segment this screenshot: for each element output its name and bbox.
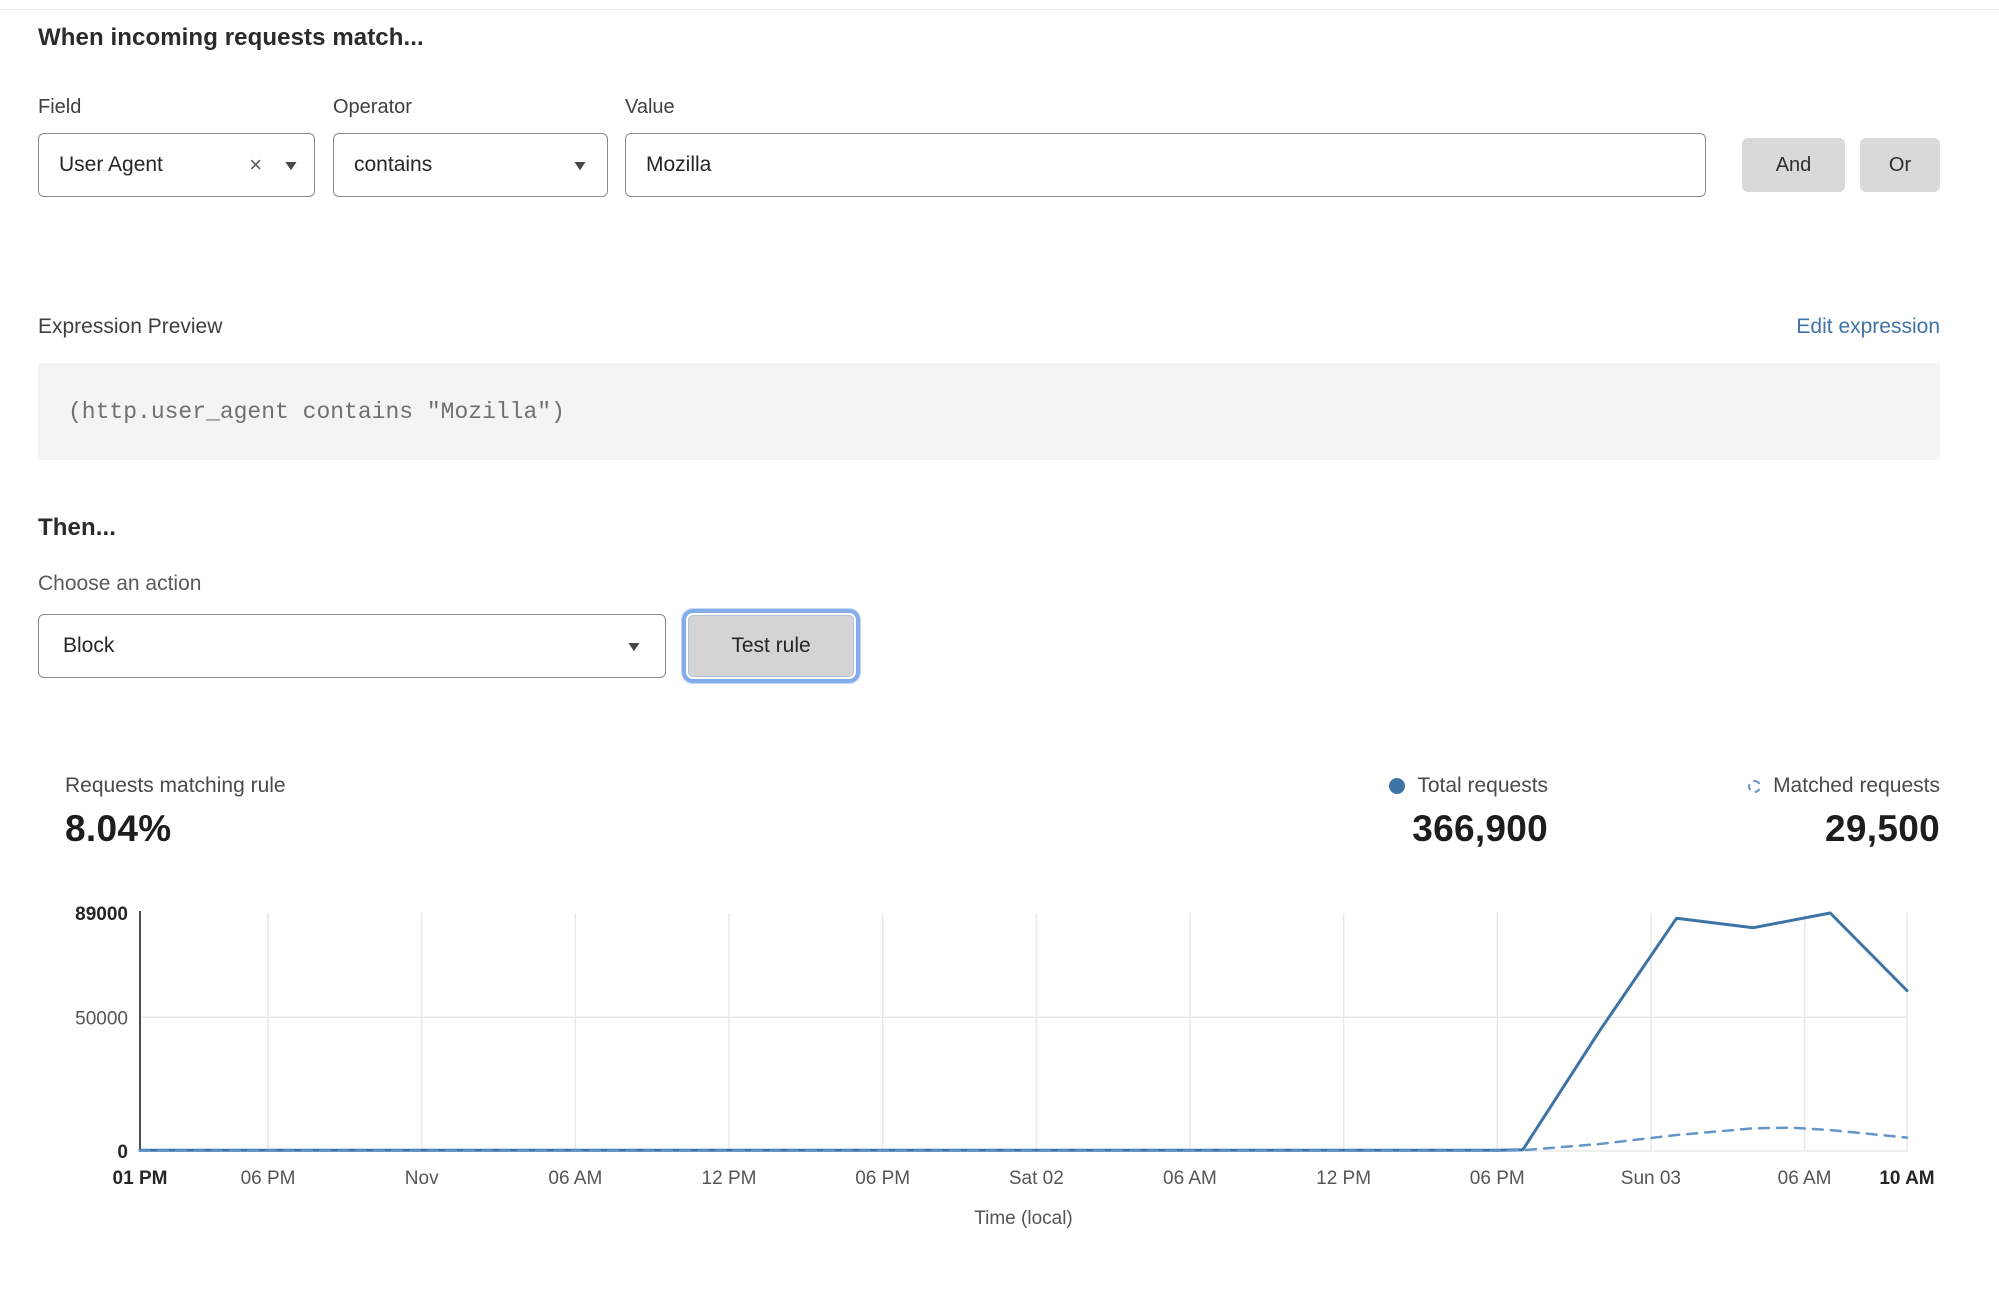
panel-top-border — [0, 9, 1999, 10]
field-label: Field — [38, 96, 333, 119]
matching-rule-label: Requests matching rule — [65, 774, 286, 798]
match-controls-row: User Agent × ▼ contains ▼ And Or — [38, 133, 1940, 197]
or-button[interactable]: Or — [1860, 138, 1940, 192]
chevron-down-icon: ▼ — [282, 158, 301, 172]
svg-text:Time (local): Time (local) — [974, 1208, 1073, 1229]
action-controls-row: Block ▼ Test rule — [38, 614, 1940, 678]
choose-action-label: Choose an action — [38, 572, 1940, 596]
svg-text:12 PM: 12 PM — [702, 1168, 757, 1189]
svg-text:06 PM: 06 PM — [1470, 1168, 1525, 1189]
svg-text:10 AM: 10 AM — [1879, 1168, 1934, 1189]
svg-text:Sat 02: Sat 02 — [1009, 1168, 1064, 1189]
svg-text:01 PM: 01 PM — [113, 1168, 168, 1189]
expression-code-box: (http.user_agent contains "Mozilla") — [38, 363, 1940, 460]
requests-chart: 89000 50000 0 01 PM 06 PM Nov 06 AM 12 PM 06 PM S… — [30, 886, 1940, 1243]
svg-text:06 PM: 06 PM — [241, 1168, 296, 1189]
total-requests-legend: Total requests — [1389, 774, 1548, 798]
svg-text:Nov: Nov — [405, 1168, 439, 1189]
svg-text:12 PM: 12 PM — [1316, 1168, 1371, 1189]
svg-text:06 PM: 06 PM — [855, 1168, 910, 1189]
stat-total-requests: Total requests 366,900 — [1389, 774, 1548, 850]
matched-requests-dashed-circle-icon — [1748, 780, 1761, 793]
expression-section: Expression Preview Edit expression (http… — [38, 315, 1940, 460]
firewall-rule-builder: When incoming requests match... Field Op… — [0, 0, 1999, 1243]
stat-matched-requests: Matched requests 29,500 — [1748, 774, 1940, 850]
svg-text:0: 0 — [117, 1142, 128, 1163]
svg-text:06 AM: 06 AM — [548, 1168, 602, 1189]
field-select[interactable]: User Agent × ▼ — [38, 133, 315, 197]
total-requests-value: 366,900 — [1412, 808, 1548, 850]
test-rule-button[interactable]: Test rule — [688, 615, 854, 677]
edit-expression-link[interactable]: Edit expression — [1796, 315, 1940, 339]
svg-text:06 AM: 06 AM — [1778, 1168, 1832, 1189]
matching-rule-label-row: Requests matching rule — [65, 774, 286, 798]
operator-label: Operator — [333, 96, 625, 119]
svg-text:Sun 03: Sun 03 — [1621, 1168, 1681, 1189]
value-label: Value — [625, 96, 675, 119]
then-heading: Then... — [38, 514, 1940, 542]
match-field-labels: Field Operator Value — [38, 96, 1940, 119]
expression-preview-label: Expression Preview — [38, 315, 222, 339]
operator-select[interactable]: contains ▼ — [333, 133, 608, 197]
action-section: Then... Choose an action Block ▼ Test ru… — [38, 514, 1940, 678]
stats-section: Requests matching rule 8.04% Total reque… — [38, 774, 1940, 850]
chevron-down-icon: ▼ — [571, 158, 590, 172]
chevron-down-icon: ▼ — [625, 639, 644, 653]
svg-text:89000: 89000 — [75, 904, 128, 925]
matching-rule-value: 8.04% — [65, 808, 286, 850]
match-section: When incoming requests match... Field Op… — [38, 24, 1940, 197]
action-select-value: Block — [63, 634, 627, 658]
matched-requests-label: Matched requests — [1773, 774, 1940, 798]
matched-requests-value: 29,500 — [1825, 808, 1940, 850]
svg-text:50000: 50000 — [75, 1008, 128, 1029]
stat-matching-rule: Requests matching rule 8.04% — [65, 774, 286, 850]
value-input[interactable] — [625, 133, 1706, 197]
requests-line-chart: 89000 50000 0 01 PM 06 PM Nov 06 AM 12 PM 06 PM S… — [30, 886, 1970, 1238]
expression-header: Expression Preview Edit expression — [38, 315, 1940, 339]
matched-requests-legend: Matched requests — [1748, 774, 1940, 798]
action-select[interactable]: Block ▼ — [38, 614, 666, 678]
total-requests-label: Total requests — [1417, 774, 1548, 798]
svg-text:06 AM: 06 AM — [1163, 1168, 1217, 1189]
expression-code: (http.user_agent contains "Mozilla") — [68, 399, 565, 425]
and-button[interactable]: And — [1742, 138, 1845, 192]
operator-select-value: contains — [354, 153, 573, 177]
clear-icon[interactable]: × — [249, 154, 262, 176]
field-select-value: User Agent — [59, 153, 249, 177]
match-heading: When incoming requests match... — [38, 24, 1940, 52]
total-requests-dot-icon — [1389, 778, 1405, 794]
